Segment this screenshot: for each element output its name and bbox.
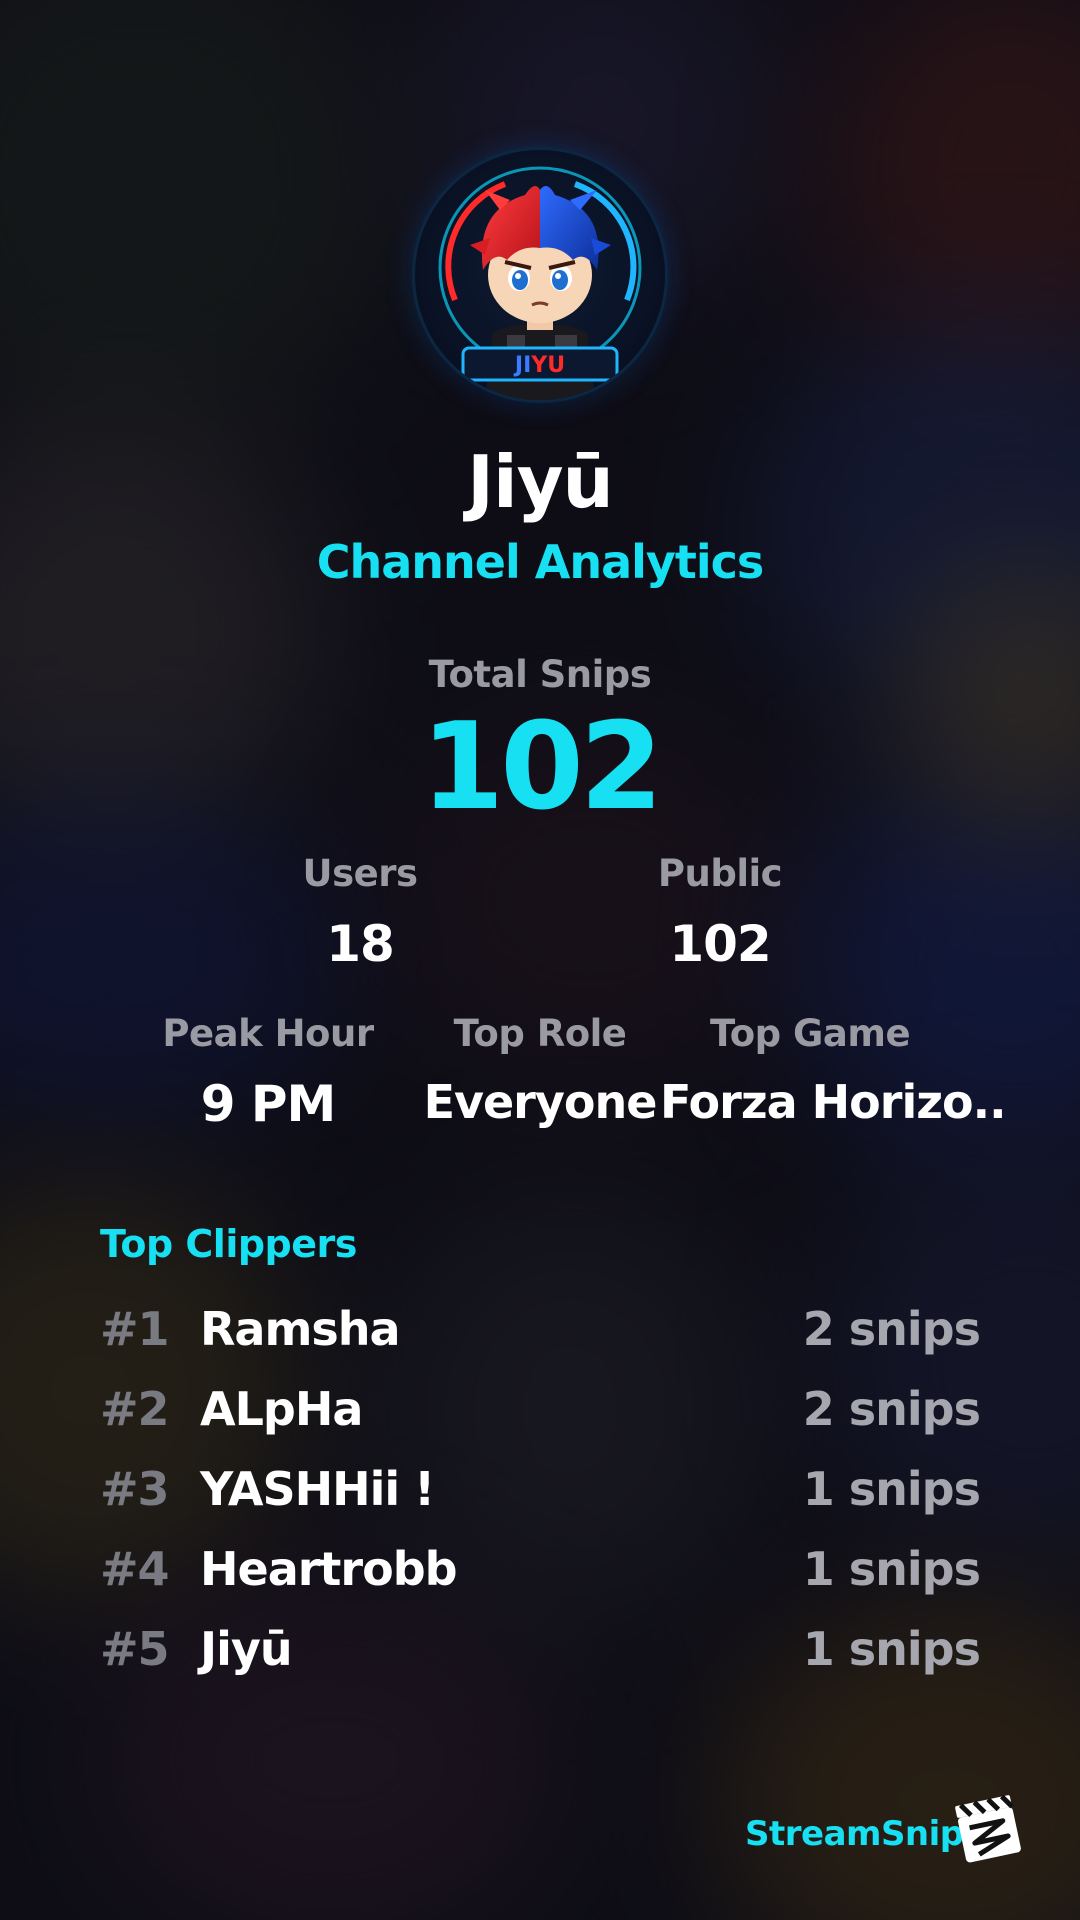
clipper-rank: #2 <box>100 1382 170 1436</box>
channel-avatar: JIYU <box>415 150 665 400</box>
clipper-count: 1 snips <box>802 1542 981 1596</box>
public-label: Public <box>657 852 783 895</box>
avatar-badge-text: JIYU <box>513 353 565 378</box>
top-game-value: Forza Horizo.. <box>660 1075 1007 1129</box>
clipper-rank: #4 <box>100 1542 170 1596</box>
top-role-label: Top Role <box>453 1012 627 1055</box>
clapperboard-icon <box>950 1790 1026 1866</box>
brand-name: StreamSnip <box>745 1814 964 1854</box>
stat-users: Users 18 <box>260 852 460 973</box>
clipper-count: 2 snips <box>802 1382 981 1436</box>
clipper-name: Heartrobb <box>200 1542 458 1596</box>
peak-hour-value: 9 PM <box>200 1075 337 1133</box>
clipper-row: #5 Jiyū 1 snips <box>100 1622 981 1682</box>
clipper-name: Ramsha <box>200 1302 401 1356</box>
total-snips-value: 102 <box>420 698 664 837</box>
clipper-name: YASHHii ! <box>200 1462 435 1516</box>
users-label: Users <box>302 852 418 895</box>
clipper-name: Jiyū <box>200 1622 293 1676</box>
users-value: 18 <box>326 915 395 973</box>
channel-subtitle: Channel Analytics <box>316 535 765 589</box>
top-clippers-title: Top Clippers <box>100 1222 357 1266</box>
stat-top-role: Top Role Everyone <box>420 1012 660 1129</box>
clipper-count: 1 snips <box>802 1622 981 1676</box>
stat-public: Public 102 <box>620 852 820 973</box>
clipper-count: 1 snips <box>802 1462 981 1516</box>
clipper-row: #3 YASHHii ! 1 snips <box>100 1462 981 1522</box>
stat-peak-hour: Peak Hour 9 PM <box>148 1012 388 1133</box>
total-snips-label: Total Snips <box>428 653 652 696</box>
top-game-label: Top Game <box>709 1012 911 1055</box>
clipper-name: ALpHa <box>200 1382 363 1436</box>
top-role-value: Everyone <box>423 1075 658 1129</box>
clipper-row: #1 Ramsha 2 snips <box>100 1302 981 1362</box>
stat-top-game: Top Game Forza Horizo.. <box>660 1012 1007 1129</box>
avatar-character-icon: JIYU <box>438 166 642 400</box>
clipper-row: #4 Heartrobb 1 snips <box>100 1542 981 1602</box>
clipper-count: 2 snips <box>802 1302 981 1356</box>
clipper-row: #2 ALpHa 2 snips <box>100 1382 981 1442</box>
clipper-rank: #3 <box>100 1462 170 1516</box>
clipper-rank: #1 <box>100 1302 170 1356</box>
peak-hour-label: Peak Hour <box>162 1012 374 1055</box>
channel-name: Jiyū <box>467 440 614 524</box>
public-value: 102 <box>669 915 771 973</box>
clipper-rank: #5 <box>100 1622 170 1676</box>
